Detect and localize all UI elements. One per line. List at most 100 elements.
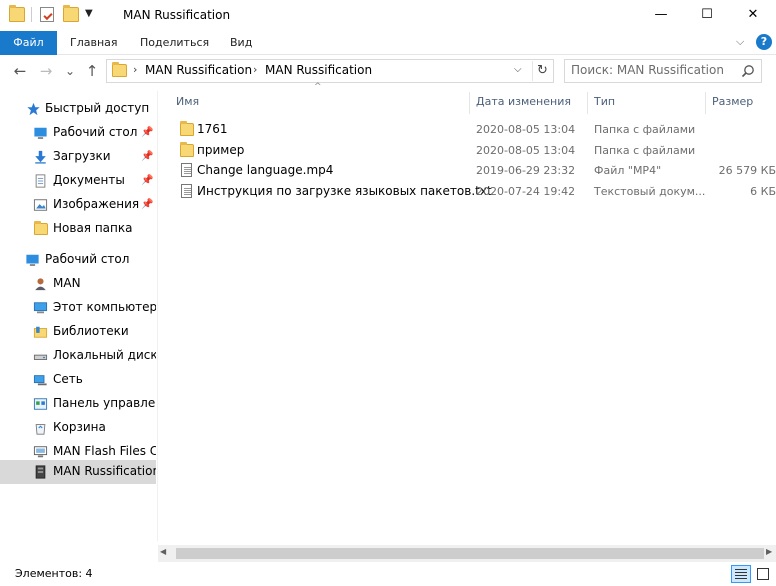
file-size: 26 579 КБ bbox=[718, 164, 776, 177]
breadcrumb-item[interactable]: MAN Russification bbox=[265, 63, 372, 77]
documents-icon bbox=[35, 174, 46, 188]
nav-item-man-russification[interactable]: MAN Russification bbox=[0, 460, 156, 484]
folder-icon bbox=[180, 142, 194, 157]
breadcrumb-separator[interactable]: › bbox=[253, 63, 257, 76]
nav-item-label: Панель управлени bbox=[53, 396, 156, 410]
nav-item-desktop[interactable]: Рабочий стол bbox=[0, 248, 156, 272]
file-type: Папка с файлами bbox=[594, 144, 696, 157]
column-separator[interactable] bbox=[469, 92, 470, 114]
status-bar bbox=[0, 563, 776, 586]
properties-icon[interactable] bbox=[40, 7, 54, 22]
recycle-bin-icon bbox=[35, 424, 46, 435]
tab-file[interactable]: Файл bbox=[0, 31, 57, 55]
drive-icon bbox=[33, 354, 48, 360]
nav-item-label: MAN Russification bbox=[53, 464, 156, 478]
up-button[interactable]: ↑ bbox=[82, 61, 102, 81]
forward-button[interactable]: → bbox=[36, 61, 56, 81]
nav-item-pictures[interactable]: Изображения 📌 bbox=[0, 193, 156, 217]
nav-item-network[interactable]: Сеть bbox=[0, 368, 156, 392]
address-dropdown-icon[interactable]: ⌵ bbox=[514, 64, 522, 75]
help-button[interactable]: ? bbox=[756, 34, 772, 50]
recent-locations-button[interactable]: ⌄ bbox=[60, 61, 80, 81]
column-header-type[interactable]: Тип bbox=[594, 95, 615, 108]
column-header-name[interactable]: Имя bbox=[176, 95, 199, 108]
file-row[interactable]: Change language.mp4 2019-06-29 23:32 Фай… bbox=[170, 161, 776, 181]
scrollbar-thumb[interactable] bbox=[176, 548, 764, 559]
address-folder-icon bbox=[112, 62, 127, 77]
details-view-icon[interactable] bbox=[731, 565, 751, 583]
file-size: 6 КБ bbox=[750, 185, 776, 198]
file-name: Инструкция по загрузке языковых пакетов.… bbox=[197, 184, 492, 198]
file-name: пример bbox=[197, 143, 245, 157]
nav-item-downloads[interactable]: Загрузки 📌 bbox=[0, 145, 156, 169]
close-button[interactable]: ✕ bbox=[730, 0, 776, 30]
file-type: Папка с файлами bbox=[594, 123, 696, 136]
nav-item-desktop-pinned[interactable]: Рабочий стол 📌 bbox=[0, 121, 156, 145]
computer-icon bbox=[33, 302, 48, 314]
tab-view[interactable]: Вид bbox=[230, 31, 252, 55]
nav-item-control-panel[interactable]: Панель управлени bbox=[0, 392, 156, 416]
new-folder-icon[interactable] bbox=[63, 5, 79, 22]
nav-item-new-folder[interactable]: Новая папка bbox=[0, 217, 156, 241]
file-date: 2020-08-05 13:04 bbox=[476, 123, 576, 136]
nav-item-label: Этот компьютер bbox=[53, 300, 156, 314]
file-name: 1761 bbox=[197, 122, 228, 136]
file-row[interactable]: пример 2020-08-05 13:04 Папка с файлами bbox=[170, 141, 776, 161]
pin-icon[interactable]: 📌 bbox=[141, 199, 153, 210]
column-header-size[interactable]: Размер bbox=[712, 95, 753, 108]
file-row[interactable]: 1761 2020-08-05 13:04 Папка с файлами bbox=[170, 120, 776, 140]
folder-icon bbox=[34, 221, 48, 235]
pane-divider[interactable] bbox=[157, 91, 158, 541]
column-separator[interactable] bbox=[705, 92, 706, 114]
maximize-button[interactable]: ☐ bbox=[684, 0, 730, 30]
column-header-date[interactable]: Дата изменения bbox=[476, 95, 571, 108]
download-icon bbox=[35, 150, 46, 164]
nav-item-documents[interactable]: Документы 📌 bbox=[0, 169, 156, 193]
desktop-icon bbox=[26, 254, 39, 266]
minimize-button[interactable]: — bbox=[638, 0, 684, 30]
star-icon bbox=[27, 102, 40, 116]
archive-icon bbox=[35, 465, 46, 479]
nav-item-recycle-bin[interactable]: Корзина bbox=[0, 416, 156, 440]
pin-icon[interactable]: 📌 bbox=[141, 151, 153, 162]
window-folder-icon bbox=[9, 5, 25, 22]
nav-item-label: Документы bbox=[53, 173, 125, 187]
nav-item-label: Новая папка bbox=[53, 221, 133, 235]
scroll-left-icon[interactable]: ◀ bbox=[160, 547, 166, 556]
tab-share[interactable]: Поделиться bbox=[140, 31, 209, 55]
file-row[interactable]: Инструкция по загрузке языковых пакетов.… bbox=[170, 182, 776, 202]
nav-item-libraries[interactable]: Библиотеки bbox=[0, 320, 156, 344]
column-separator[interactable] bbox=[587, 92, 588, 114]
nav-item-quick-access[interactable]: Быстрый доступ bbox=[0, 97, 156, 121]
search-icon[interactable] bbox=[741, 64, 755, 78]
breadcrumb-item[interactable]: MAN Russification bbox=[145, 63, 252, 77]
file-date: 2020-08-05 13:04 bbox=[476, 144, 576, 157]
sort-indicator-icon: ^ bbox=[314, 82, 322, 92]
scroll-right-icon[interactable]: ▶ bbox=[766, 547, 772, 556]
pin-icon[interactable]: 📌 bbox=[141, 175, 153, 186]
nav-item-label: Быстрый доступ bbox=[45, 101, 150, 115]
search-input[interactable] bbox=[571, 63, 731, 77]
flash-files-icon bbox=[33, 446, 48, 458]
refresh-button[interactable]: ↻ bbox=[532, 61, 552, 81]
file-date: 2020-07-24 19:42 bbox=[476, 185, 576, 198]
tab-home[interactable]: Главная bbox=[70, 31, 118, 55]
quick-access-dropdown-icon[interactable]: ▼ bbox=[85, 8, 93, 19]
navigation-pane: Быстрый доступ Рабочий стол 📌 Загрузки 📌… bbox=[0, 91, 156, 541]
nav-item-label: Локальный диск (E bbox=[53, 348, 156, 362]
nav-item-label: Библиотеки bbox=[53, 324, 129, 338]
nav-item-local-disk[interactable]: Локальный диск (E bbox=[0, 344, 156, 368]
large-icons-view-icon[interactable] bbox=[753, 565, 773, 583]
network-icon bbox=[33, 375, 47, 386]
nav-item-label: Рабочий стол bbox=[45, 252, 130, 266]
pin-icon[interactable]: 📌 bbox=[141, 127, 153, 138]
nav-item-this-pc[interactable]: Этот компьютер bbox=[0, 296, 156, 320]
control-panel-icon bbox=[33, 398, 48, 410]
ribbon-expand-icon[interactable]: ⌵ bbox=[736, 35, 744, 49]
file-name: Change language.mp4 bbox=[197, 163, 334, 177]
document-icon bbox=[181, 163, 192, 177]
breadcrumb-separator[interactable]: › bbox=[133, 63, 137, 76]
nav-item-man[interactable]: MAN bbox=[0, 272, 156, 296]
back-button[interactable]: ← bbox=[10, 61, 30, 81]
nav-item-label: MAN Flash Files Co bbox=[53, 444, 156, 458]
